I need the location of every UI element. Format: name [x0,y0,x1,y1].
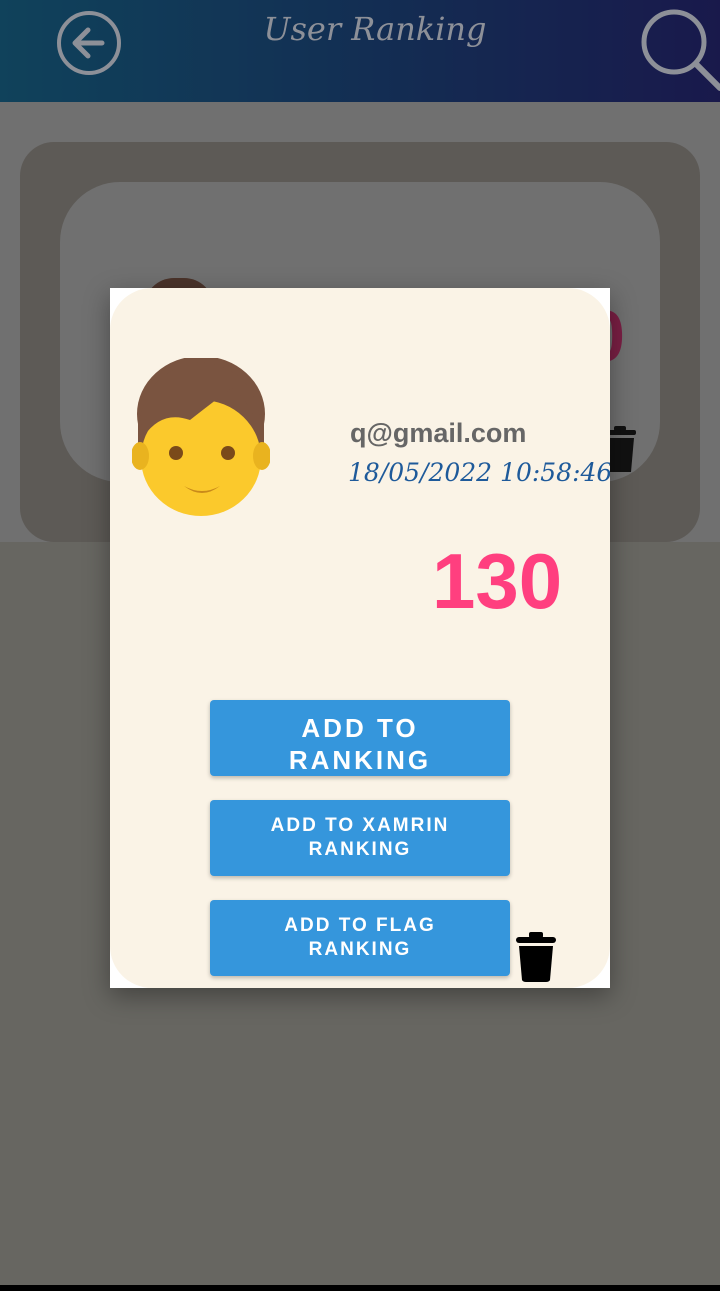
user-email: q@gmail.com [350,418,527,448]
avatar [131,356,271,518]
search-icon [641,9,720,91]
add-to-flag-ranking-button[interactable]: ADD TO FLAG RANKING [210,900,510,976]
user-datetime: 18/05/2022 10:58:46 SA [348,458,610,487]
add-to-xamrin-ranking-label: ADD TO XAMRIN RANKING [270,815,450,860]
system-nav-bar [0,1285,720,1291]
add-to-ranking-button[interactable]: ADD TO RANKING [210,700,510,776]
delete-button[interactable] [514,932,558,982]
trash-icon [516,932,556,982]
boy-face-icon [131,356,271,516]
dialog-card: q@gmail.com 18/05/2022 10:58:46 SA 130 A… [110,288,610,988]
add-to-ranking-label: ADD TO RANKING [288,713,432,775]
add-to-xamrin-ranking-button[interactable]: ADD TO XAMRIN RANKING [210,800,510,876]
user-score: 130 [432,537,563,625]
app-header: User Ranking [0,0,720,102]
search-button[interactable] [636,4,720,94]
user-detail-dialog: q@gmail.com 18/05/2022 10:58:46 SA 130 A… [110,288,610,988]
add-to-flag-ranking-label: ADD TO FLAG RANKING [284,915,436,960]
page-title: User Ranking [263,10,487,48]
